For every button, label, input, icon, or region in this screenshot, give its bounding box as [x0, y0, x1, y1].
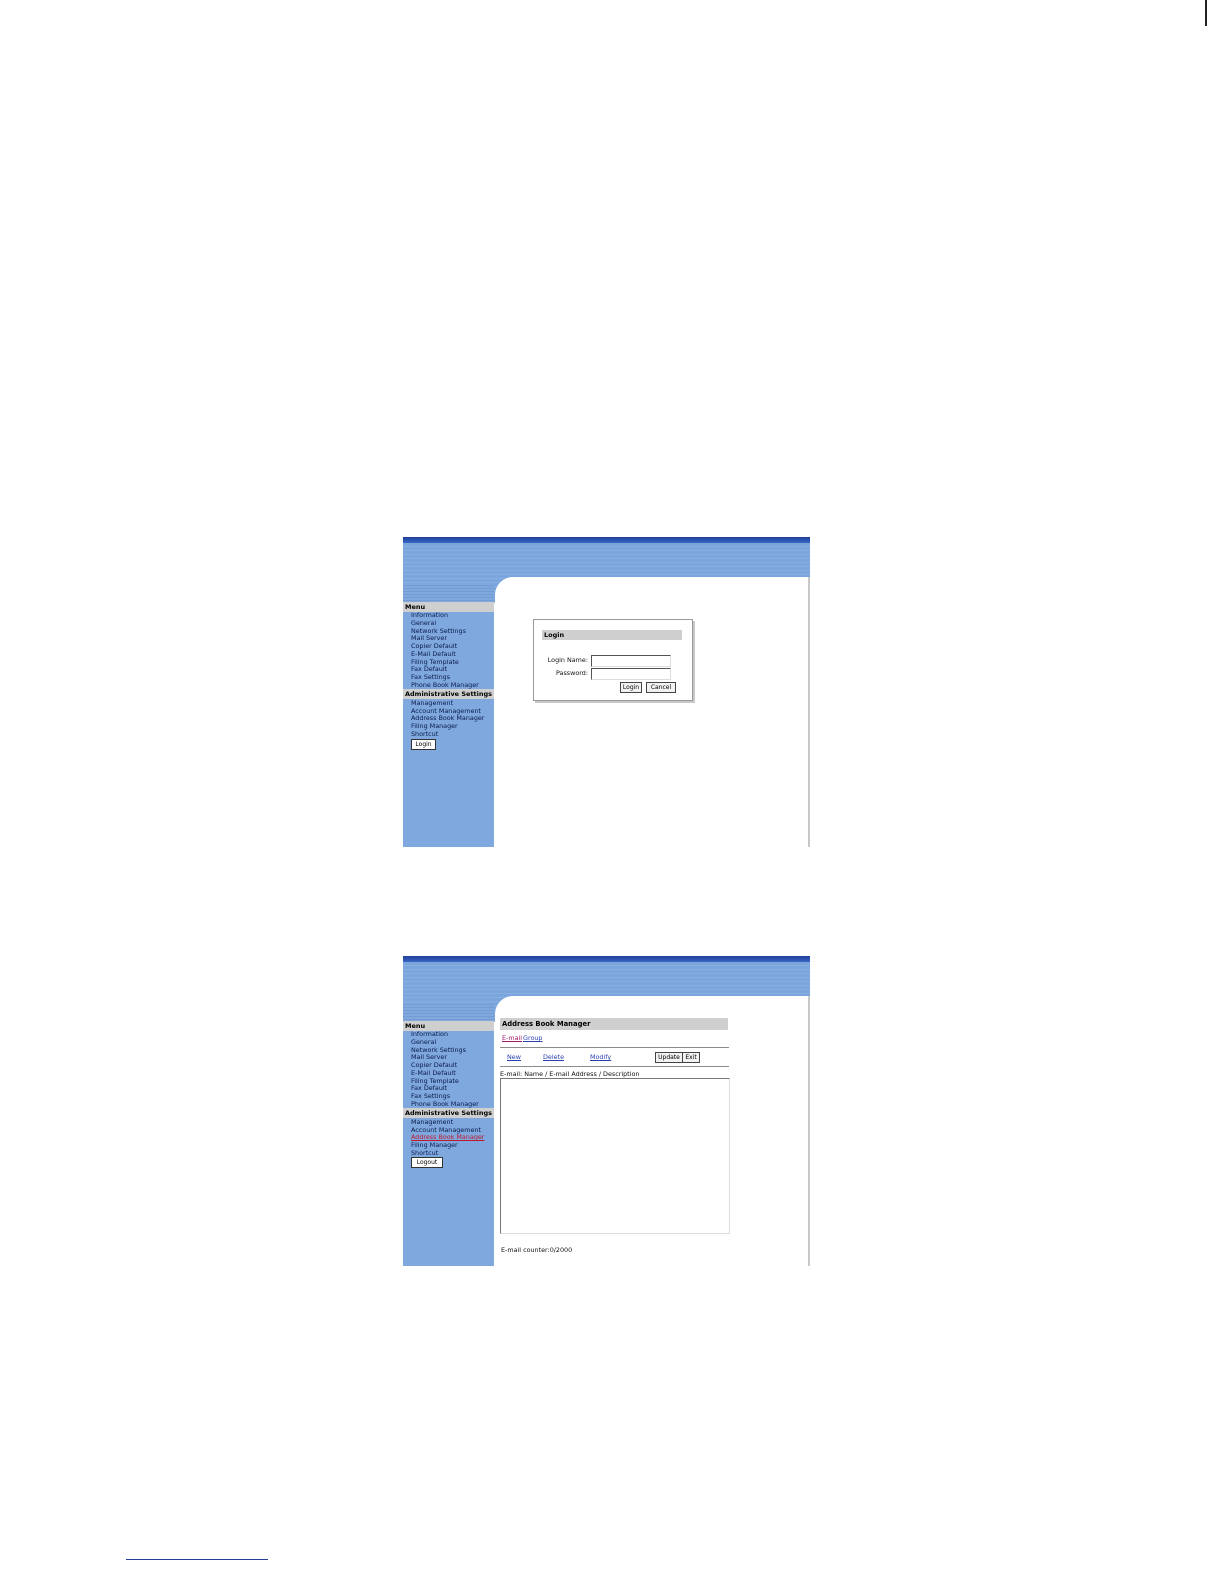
- delete-link[interactable]: Delete: [543, 1053, 564, 1061]
- modify-link[interactable]: Modify: [590, 1053, 611, 1061]
- divider: [500, 1066, 729, 1067]
- tab-email[interactable]: E-mail: [502, 1034, 522, 1042]
- admin-settings-header: Administrative Settings: [403, 689, 494, 699]
- admin-item-shortcut[interactable]: Shortcut: [411, 730, 438, 739]
- exit-button[interactable]: Exit: [682, 1052, 700, 1063]
- page-edge-rule: [1205, 0, 1207, 26]
- login-button[interactable]: Login: [620, 682, 642, 693]
- new-link[interactable]: New: [507, 1053, 521, 1061]
- update-button[interactable]: Update: [655, 1052, 683, 1063]
- login-dialog-title: Login: [542, 630, 682, 640]
- page-title: Address Book Manager: [500, 1018, 728, 1030]
- email-list-header: E-mail: Name / E-mail Address / Descript…: [500, 1070, 640, 1078]
- login-name-label: Login Name:: [547, 656, 588, 664]
- tab-group[interactable]: Group: [523, 1034, 542, 1042]
- sidebar-login-button[interactable]: Login: [411, 739, 436, 750]
- login-name-field[interactable]: [591, 655, 671, 667]
- cancel-button[interactable]: Cancel: [646, 682, 676, 693]
- login-screenshot: Menu Information General Network Setting…: [403, 537, 810, 847]
- content-area: [495, 577, 810, 847]
- admin-settings-header: Administrative Settings: [403, 1108, 494, 1118]
- password-label: Password:: [555, 669, 588, 677]
- login-dialog: Login Login Name: Password: Login Cancel: [533, 619, 693, 701]
- sidebar-logout-button[interactable]: Logout: [411, 1157, 443, 1168]
- address-book-screenshot: Menu Information General Network Setting…: [403, 956, 810, 1266]
- password-field[interactable]: [591, 668, 671, 680]
- email-counter: E-mail counter:0/2000: [501, 1246, 573, 1254]
- footnote-rule: [126, 1559, 268, 1560]
- email-list-box[interactable]: [500, 1078, 730, 1234]
- divider: [500, 1047, 729, 1048]
